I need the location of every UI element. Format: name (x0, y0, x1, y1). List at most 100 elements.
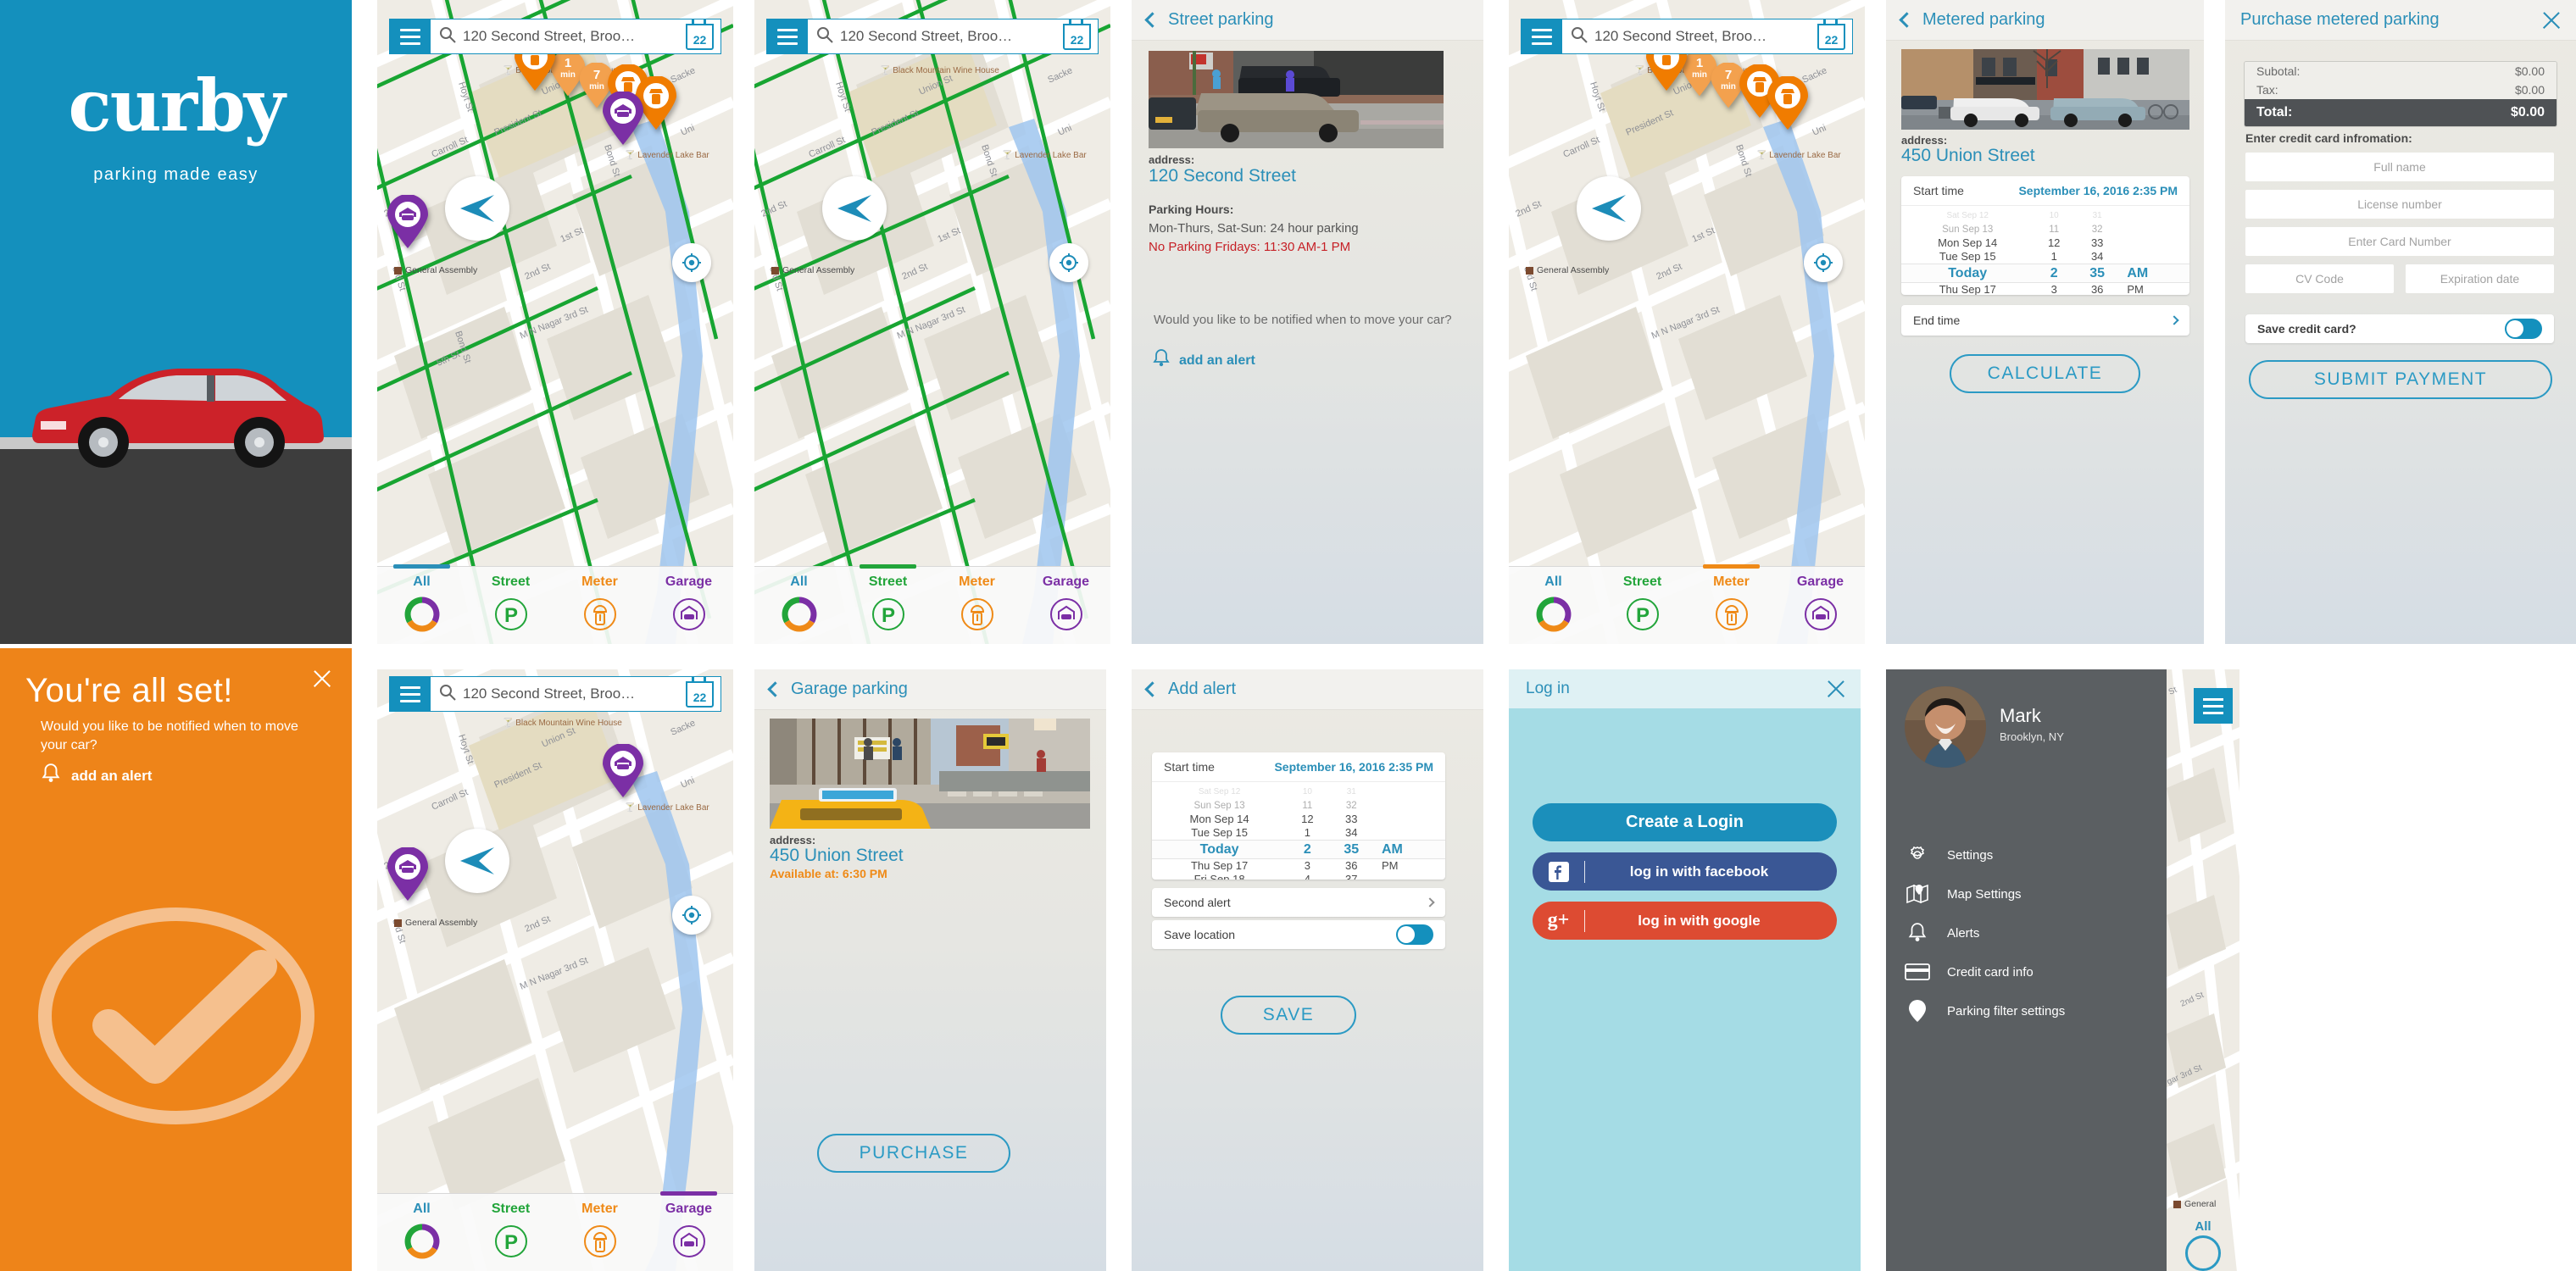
wheel-row[interactable]: Sat Sep 12 10 31 (1901, 209, 2189, 223)
expiration-date-field[interactable]: Expiration date (2406, 264, 2554, 293)
calendar-icon[interactable]: 22 (686, 676, 714, 708)
tab-garage[interactable]: Garage (1021, 567, 1110, 644)
datetime-wheel[interactable]: Sat Sep 12 10 31 Sun Sep 13 11 32 Mon Sep 14… (1152, 782, 1445, 880)
search-input[interactable]: 120 Second Street, Broo… (463, 28, 686, 45)
search-input[interactable]: 120 Second Street, Broo… (1594, 28, 1817, 45)
map-canvas[interactable]: Union St Union St Hoyt St President St C… (754, 0, 1110, 644)
search-bar[interactable]: 120 Second Street, Broo… 22 (766, 19, 1099, 54)
filter-tabbar[interactable]: All Street P Meter Garage (1509, 564, 1865, 644)
tab-all[interactable]: All (377, 564, 466, 644)
wheel-row[interactable]: Tue Sep 15 1 34 (1901, 250, 2189, 264)
recenter-button[interactable] (672, 896, 711, 935)
back-chevron-icon[interactable] (767, 681, 783, 697)
datetime-wheel[interactable]: Sat Sep 12 10 31 Sun Sep 13 11 32 Mon Sep 14… (1901, 206, 2189, 295)
start-time-picker[interactable]: Start time September 16, 2016 2:35 PM Sa… (1152, 752, 1445, 880)
calendar-icon[interactable]: 22 (686, 19, 714, 50)
google-login-button[interactable]: g+ log in with google (1533, 902, 1837, 940)
create-login-button[interactable]: Create a Login (1533, 803, 1837, 841)
close-icon[interactable] (2540, 9, 2562, 31)
tab-street[interactable]: Street P (843, 564, 932, 644)
search-bar[interactable]: 120 Second Street, Broo… 22 (389, 19, 721, 54)
back-chevron-icon[interactable] (1144, 681, 1160, 697)
save-location-row[interactable]: Save location (1152, 920, 1445, 949)
recenter-button[interactable] (672, 243, 711, 282)
tab-meter[interactable]: Meter (932, 567, 1021, 644)
hamburger-icon[interactable] (767, 19, 808, 53)
wheel-row[interactable]: Mon Sep 14 12 33 (1901, 236, 2189, 250)
filter-tabbar[interactable]: All Street P Meter Garage (377, 564, 733, 644)
map-screen-all[interactable]: Union St Union St Hoyt St President St C… (377, 0, 733, 644)
map-canvas[interactable]: Union St Union St Hoyt St President St C… (377, 669, 733, 1271)
save-button[interactable]: SAVE (1221, 996, 1356, 1035)
wheel-row[interactable]: Fri Sep 18 4 37 (1152, 873, 1445, 880)
wheel-row[interactable]: Sat Sep 12 10 31 (1152, 785, 1445, 799)
save-card-row[interactable]: Save credit card? (2245, 314, 2554, 343)
tab-all[interactable]: All (377, 1194, 466, 1271)
tab-garage[interactable]: Garage (644, 567, 733, 644)
tab-meter[interactable]: Meter (555, 567, 644, 644)
wheel-row[interactable]: Thu Sep 17 3 36 PM (1901, 283, 2189, 295)
filter-tabbar[interactable]: All Street P Meter Garage (377, 1191, 733, 1271)
second-alert-row[interactable]: Second alert (1152, 888, 1445, 917)
calendar-icon[interactable]: 22 (1063, 19, 1091, 50)
save-location-toggle[interactable] (1396, 924, 1433, 945)
cv-code-field[interactable]: CV Code (2245, 264, 2394, 293)
wheel-row[interactable]: Tue Sep 15 1 34 (1152, 826, 1445, 840)
wheel-row[interactable]: Sun Sep 13 11 32 (1152, 799, 1445, 813)
wheel-row[interactable]: Sun Sep 13 11 32 (1901, 223, 2189, 236)
search-input[interactable]: 120 Second Street, Broo… (463, 685, 686, 702)
purchase-button[interactable]: PURCHASE (817, 1134, 1010, 1173)
wheel-row-selected[interactable]: Today 2 35 AM (1152, 840, 1445, 859)
hamburger-icon[interactable] (390, 19, 431, 53)
map-pin-garage[interactable] (386, 194, 430, 249)
hamburger-icon[interactable] (2194, 688, 2233, 724)
full-name-field[interactable]: Full name (2245, 153, 2554, 181)
tab-garage[interactable]: Garage (644, 1191, 733, 1271)
close-icon[interactable] (1825, 678, 1847, 700)
start-time-header[interactable]: Start time September 16, 2016 2:35 PM (1901, 176, 2189, 206)
wheel-row-selected[interactable]: Today 2 35 AM (1901, 264, 2189, 283)
start-time-picker[interactable]: Start time September 16, 2016 2:35 PM Sa… (1901, 176, 2189, 295)
submit-payment-button[interactable]: SUBMIT PAYMENT (2249, 360, 2552, 399)
calendar-icon[interactable]: 22 (1817, 19, 1845, 50)
add-alert-link[interactable]: add an alert (1152, 348, 1255, 373)
tab-meter[interactable]: Meter (555, 1194, 644, 1271)
add-alert-link[interactable]: add an alert (41, 763, 152, 789)
wheel-row[interactable]: Mon Sep 14 12 33 (1152, 813, 1445, 826)
map-pin-garage[interactable] (601, 743, 645, 798)
back-chevron-icon[interactable] (1144, 12, 1160, 28)
tab-all[interactable]: All (754, 567, 843, 644)
end-time-row[interactable]: End time (1901, 305, 2189, 336)
calculate-button[interactable]: CALCULATE (1950, 354, 2140, 393)
map-peek[interactable]: St 2nd St gar 3rd St General All (2167, 669, 2239, 1271)
search-bar[interactable]: 120 Second Street, Broo… 22 (389, 676, 721, 712)
map-screen-garage[interactable]: Union St Union St Hoyt St President St C… (377, 669, 733, 1271)
start-time-header[interactable]: Start time September 16, 2016 2:35 PM (1152, 752, 1445, 782)
avatar[interactable] (1905, 686, 1986, 768)
map-screen-meter[interactable]: Union St Union St Hoyt St President St C… (1509, 0, 1865, 644)
filter-tabbar[interactable]: All Street P Meter Garage (754, 564, 1110, 644)
recenter-button[interactable] (1049, 243, 1088, 282)
tab-street[interactable]: Street P (466, 1194, 555, 1271)
wheel-row[interactable]: Thu Sep 17 3 36 PM (1152, 859, 1445, 873)
tab-street[interactable]: Street P (1598, 567, 1687, 644)
card-number-field[interactable]: Enter Card Number (2245, 227, 2554, 256)
map-pin-garage[interactable] (386, 846, 430, 902)
map-pin-meter[interactable] (1766, 75, 1810, 130)
tab-all[interactable]: All (1509, 567, 1598, 644)
license-number-field[interactable]: License number (2245, 190, 2554, 219)
facebook-login-button[interactable]: log in with facebook (1533, 852, 1837, 891)
tab-meter[interactable]: Meter (1687, 564, 1776, 644)
hamburger-icon[interactable] (1522, 19, 1562, 53)
close-icon[interactable] (311, 668, 333, 690)
back-chevron-icon[interactable] (1899, 12, 1915, 28)
save-card-toggle[interactable] (2505, 319, 2542, 339)
tab-street[interactable]: Street P (466, 567, 555, 644)
recenter-button[interactable] (1804, 243, 1843, 282)
search-bar[interactable]: 120 Second Street, Broo… 22 (1521, 19, 1853, 54)
search-input[interactable]: 120 Second Street, Broo… (840, 28, 1063, 45)
map-pin-garage[interactable] (601, 91, 645, 146)
hamburger-icon[interactable] (390, 677, 431, 711)
map-screen-street[interactable]: Union St Union St Hoyt St President St C… (754, 0, 1110, 644)
tab-garage[interactable]: Garage (1776, 567, 1865, 644)
